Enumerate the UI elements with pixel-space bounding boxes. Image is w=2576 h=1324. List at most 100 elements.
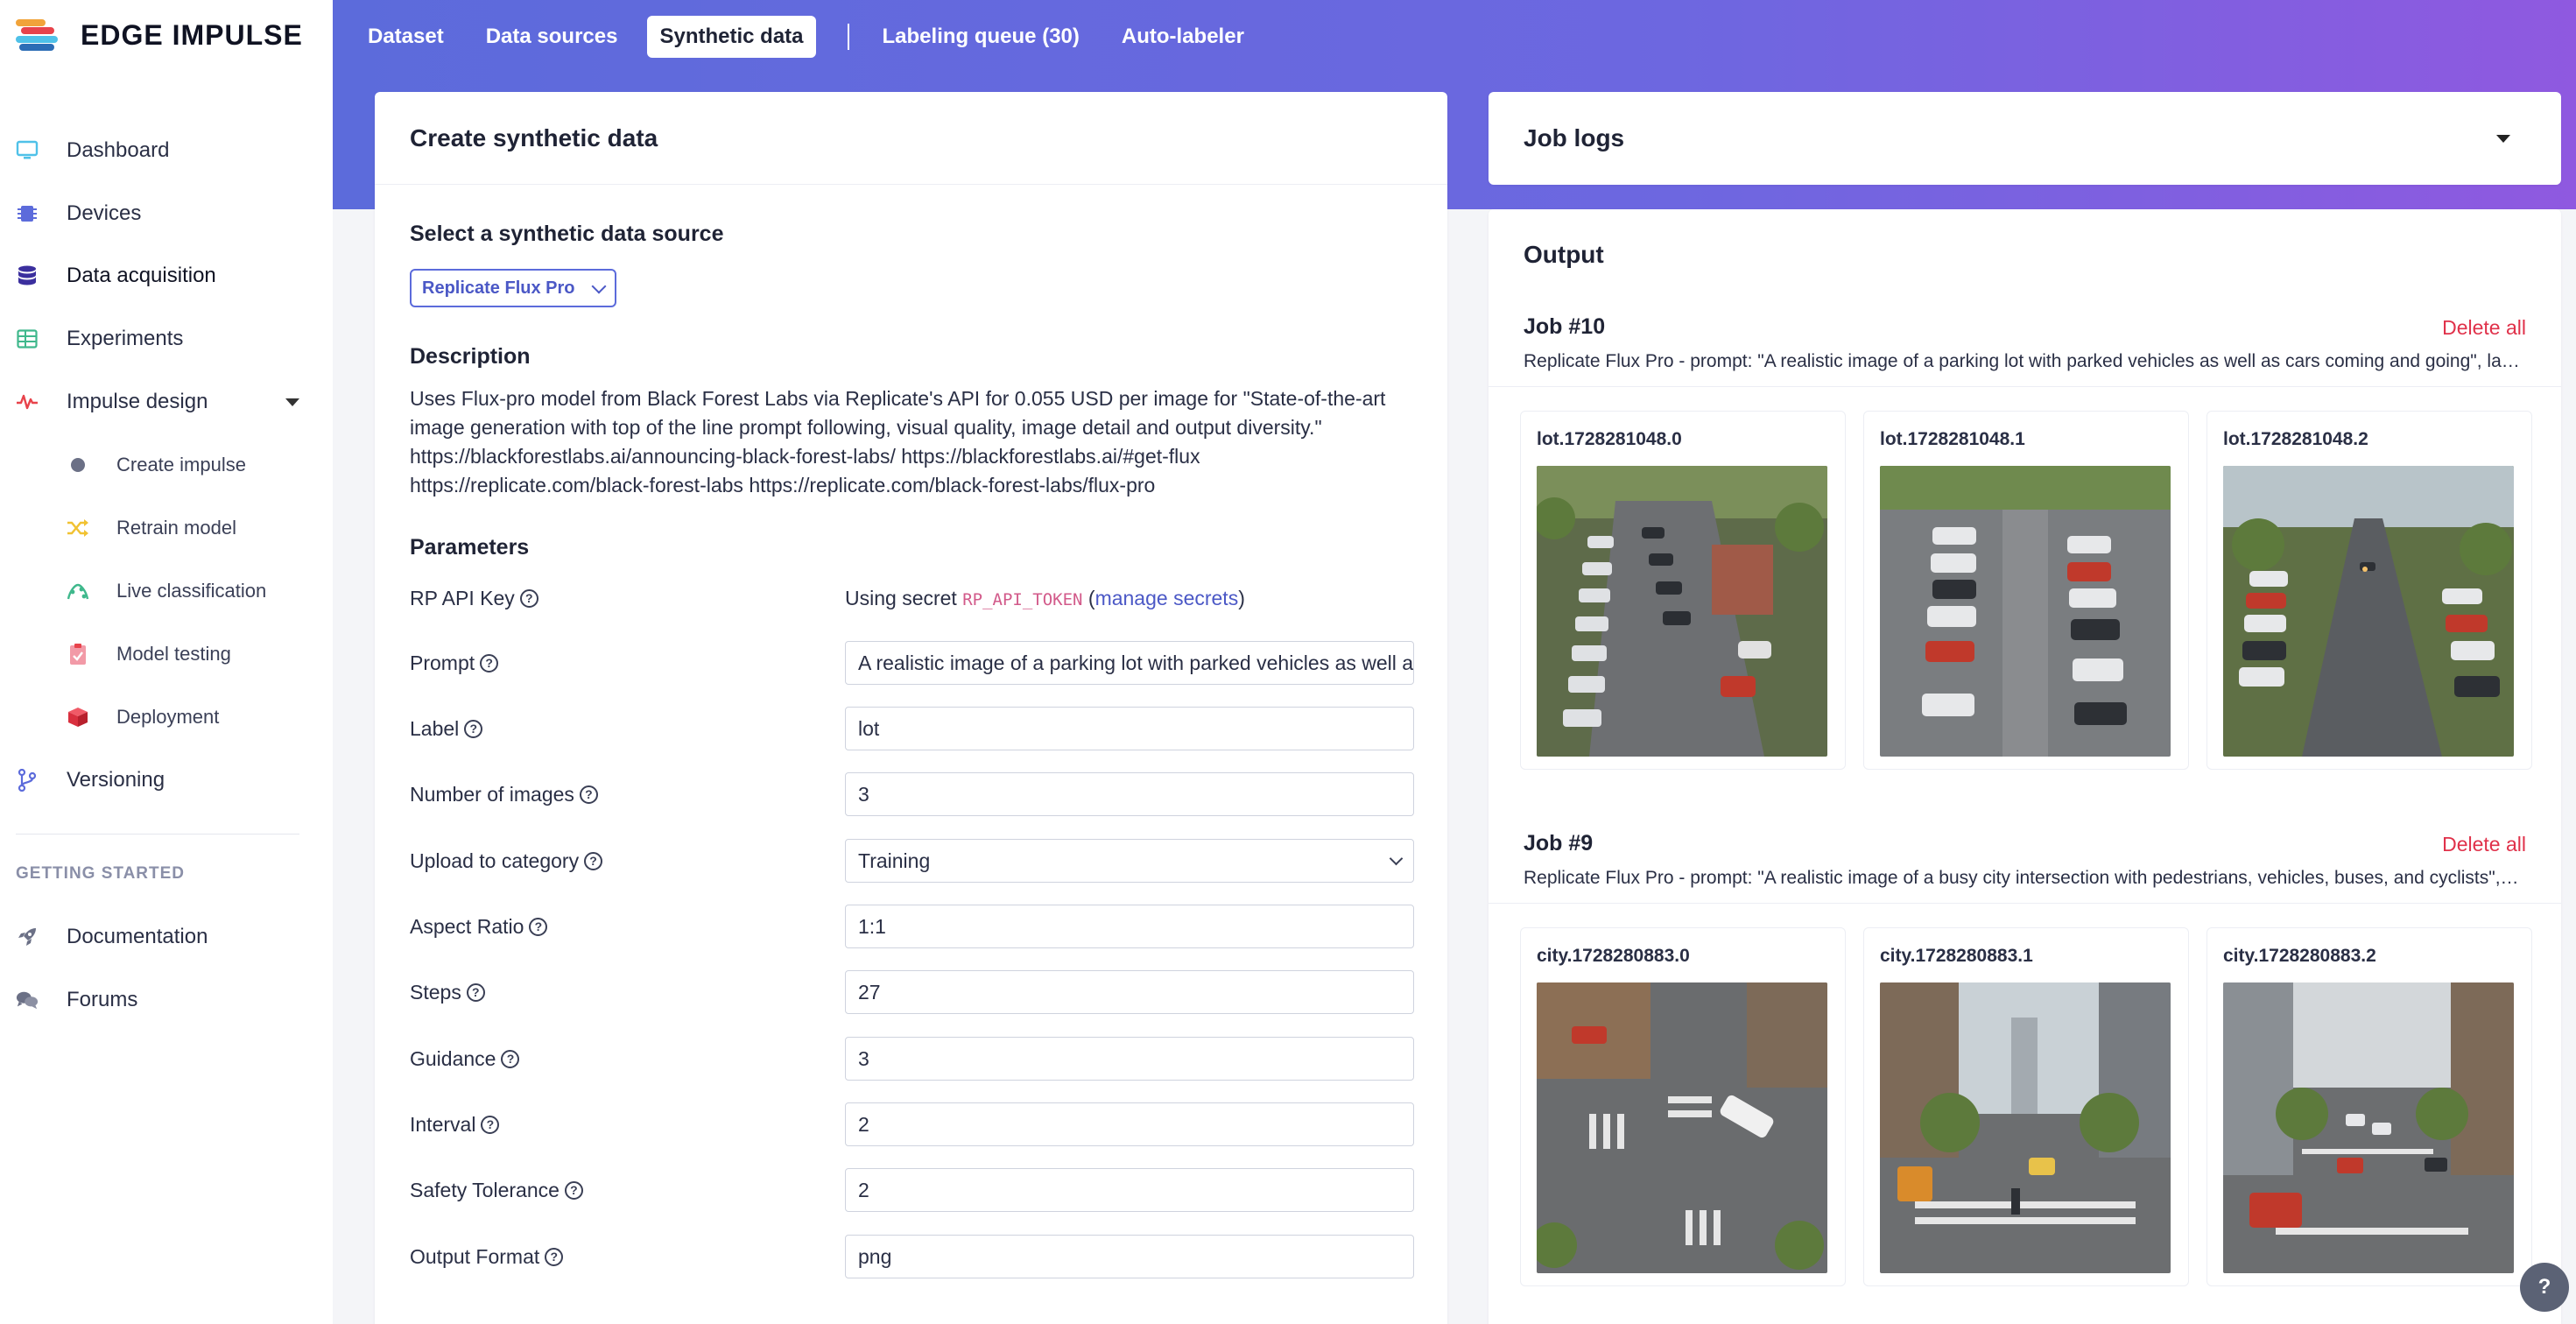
- image-card[interactable]: lot.1728281048.2: [2206, 411, 2532, 770]
- sidebar-item-forums[interactable]: Forums: [0, 975, 333, 1025]
- sidebar-item-live-classification[interactable]: Live classification: [0, 567, 333, 616]
- param-label-text: Safety Tolerance: [410, 1179, 560, 1201]
- image-card[interactable]: lot.1728281048.1: [1863, 411, 2189, 770]
- aspect-ratio-input[interactable]: 1:1: [845, 905, 1414, 948]
- image-card[interactable]: city.1728280883.1: [1863, 927, 2189, 1286]
- param-label-text: Interval: [410, 1113, 476, 1136]
- city-intersection-image[interactable]: [1537, 982, 1827, 1273]
- sidebar-item-experiments[interactable]: Experiments: [0, 314, 333, 363]
- help-icon[interactable]: ?: [481, 1116, 500, 1134]
- city-intersection-image[interactable]: [1880, 982, 2171, 1273]
- help-icon[interactable]: ?: [579, 785, 598, 804]
- sidebar-item-dashboard[interactable]: Dashboard: [0, 126, 333, 175]
- sidebar: EDGE IMPULSE Dashboard Devices Data acqu…: [0, 0, 333, 1324]
- param-label: Aspect Ratio?: [410, 915, 548, 939]
- chat-icon: [16, 989, 39, 1011]
- image-name: city.1728280883.2: [2223, 946, 2376, 966]
- chevron-down-icon[interactable]: [285, 398, 299, 406]
- sidebar-item-label: Impulse design: [67, 390, 208, 413]
- param-label-text: Number of images: [410, 783, 574, 806]
- parking-lot-image[interactable]: [1537, 466, 1827, 757]
- tab-synthetic-data[interactable]: Synthetic data: [647, 16, 816, 58]
- job-images: lot.1728281048.0 lot.1728281048.1 lot.17…: [1520, 411, 2536, 770]
- param-label-text: Output Format: [410, 1245, 540, 1268]
- label-input[interactable]: lot: [845, 707, 1414, 750]
- upload-category-value: Training: [858, 849, 931, 872]
- sidebar-item-model-testing[interactable]: Model testing: [0, 630, 333, 679]
- table-icon: [16, 327, 39, 350]
- sidebar-item-data-acquisition[interactable]: Data acquisition: [0, 251, 333, 300]
- city-intersection-image[interactable]: [2223, 982, 2514, 1273]
- sidebar-item-label: Forums: [67, 988, 138, 1011]
- sidebar-item-deployment[interactable]: Deployment: [0, 693, 333, 742]
- param-label: Safety Tolerance?: [410, 1179, 583, 1202]
- radar-icon: [67, 580, 89, 602]
- param-row-label: Label? lot: [410, 707, 1417, 750]
- image-card[interactable]: city.1728280883.2: [2206, 927, 2532, 1286]
- job-images: city.1728280883.0 city.1728280883.1 city…: [1520, 927, 2536, 1286]
- tab-labeling-queue[interactable]: Labeling queue (30): [870, 16, 1092, 58]
- sidebar-item-impulse-design[interactable]: Impulse design: [0, 377, 333, 426]
- param-row-output-format: Output Format? png: [410, 1235, 1417, 1278]
- help-icon[interactable]: ?: [480, 654, 499, 673]
- output-format-input[interactable]: png: [845, 1235, 1414, 1278]
- sidebar-item-label: Versioning: [67, 768, 165, 792]
- param-row-number-of-images: Number of images? 3: [410, 772, 1417, 816]
- brand-name: EDGE IMPULSE: [81, 18, 303, 51]
- safety-tolerance-input[interactable]: 2: [845, 1168, 1414, 1212]
- sidebar-item-documentation[interactable]: Documentation: [0, 912, 333, 961]
- sidebar-item-versioning[interactable]: Versioning: [0, 756, 333, 805]
- help-button[interactable]: ?: [2520, 1263, 2569, 1312]
- param-label: Label?: [410, 717, 483, 741]
- help-icon[interactable]: ?: [519, 589, 538, 608]
- tab-dataset[interactable]: Dataset: [355, 16, 456, 58]
- job-description: Replicate Flux Pro - prompt: "A realisti…: [1524, 868, 2522, 888]
- monitor-icon: [16, 139, 39, 162]
- param-label-text: Upload to category: [410, 849, 580, 872]
- number-of-images-input[interactable]: 3: [845, 772, 1414, 816]
- synthetic-source-select[interactable]: Replicate Flux Pro: [410, 269, 616, 307]
- tab-bar: Dataset Data sources Synthetic data Labe…: [333, 16, 1274, 58]
- job-logs-panel[interactable]: Job logs: [1489, 92, 2561, 185]
- synthetic-source-value: Replicate Flux Pro: [422, 278, 575, 298]
- sidebar-item-label: Data acquisition: [67, 264, 216, 287]
- parking-lot-image[interactable]: [2223, 466, 2514, 757]
- help-icon[interactable]: ?: [529, 918, 548, 936]
- sidebar-item-create-impulse[interactable]: Create impulse: [0, 440, 333, 489]
- sidebar-item-retrain-model[interactable]: Retrain model: [0, 504, 333, 553]
- tab-auto-labeler[interactable]: Auto-labeler: [1109, 16, 1256, 58]
- param-label-text: Guidance: [410, 1047, 496, 1070]
- caret-down-icon[interactable]: [2496, 135, 2510, 143]
- job-divider: [1489, 903, 2561, 904]
- image-card[interactable]: city.1728280883.0: [1520, 927, 1846, 1286]
- upload-category-select[interactable]: Training: [845, 839, 1414, 883]
- delete-all-button[interactable]: Delete all: [2442, 833, 2526, 856]
- sidebar-divider: [16, 834, 299, 835]
- delete-all-button[interactable]: Delete all: [2442, 316, 2526, 340]
- help-icon[interactable]: ?: [545, 1248, 564, 1266]
- help-icon[interactable]: ?: [501, 1050, 520, 1068]
- api-key-secret: Using secret RP_API_TOKEN (manage secret…: [845, 587, 1245, 610]
- tab-data-sources[interactable]: Data sources: [474, 16, 630, 58]
- steps-input[interactable]: 27: [845, 970, 1414, 1014]
- help-icon[interactable]: ?: [464, 720, 483, 738]
- clipboard-icon: [67, 643, 89, 666]
- param-label: Number of images?: [410, 783, 598, 806]
- image-card[interactable]: lot.1728281048.0: [1520, 411, 1846, 770]
- manage-secrets-link[interactable]: manage secrets: [1095, 587, 1239, 609]
- help-icon[interactable]: ?: [466, 983, 485, 1002]
- help-icon[interactable]: ?: [584, 852, 603, 870]
- guidance-input[interactable]: 3: [845, 1037, 1414, 1081]
- interval-input[interactable]: 2: [845, 1102, 1414, 1146]
- dot-icon: [67, 454, 89, 476]
- image-name: lot.1728281048.2: [2223, 429, 2368, 449]
- sidebar-item-devices[interactable]: Devices: [0, 189, 333, 238]
- sidebar-item-label: Retrain model: [116, 517, 236, 539]
- prompt-input[interactable]: A realistic image of a parking lot with …: [845, 641, 1414, 685]
- parking-lot-image[interactable]: [1880, 466, 2171, 757]
- create-synthetic-data-card: Create synthetic data Select a synthetic…: [375, 92, 1447, 1324]
- brand-logo[interactable]: EDGE IMPULSE: [16, 18, 303, 53]
- help-icon[interactable]: ?: [564, 1181, 583, 1200]
- sidebar-item-label: Documentation: [67, 925, 208, 948]
- image-name: lot.1728281048.1: [1880, 429, 2025, 449]
